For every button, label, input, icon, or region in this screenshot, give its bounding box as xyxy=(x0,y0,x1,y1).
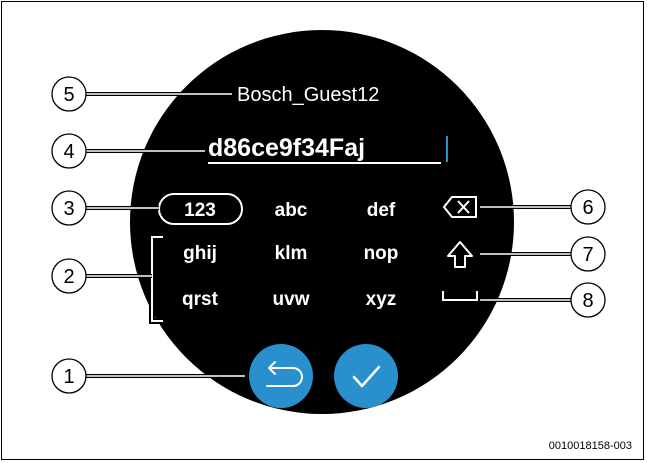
back-button[interactable] xyxy=(249,344,313,408)
network-name: Bosch_Guest12 xyxy=(237,84,379,106)
callout-8-label: 8 xyxy=(582,290,593,312)
key-klm[interactable]: klm xyxy=(275,243,308,264)
key-ghij[interactable]: ghij xyxy=(183,243,217,264)
key-xyz[interactable]: xyz xyxy=(366,289,397,310)
callout-3-label: 3 xyxy=(63,198,74,220)
confirm-button[interactable] xyxy=(334,344,398,408)
callout-2: 2 xyxy=(51,258,87,294)
callout-5: 5 xyxy=(51,76,87,112)
callout-1: 1 xyxy=(51,358,87,394)
callout-8: 8 xyxy=(570,282,606,318)
callout-7: 7 xyxy=(570,236,606,272)
callout-6: 6 xyxy=(570,189,606,225)
password-field[interactable]: d86ce9f34Faj xyxy=(208,134,365,162)
callout-1-label: 1 xyxy=(63,366,74,388)
callout-2-label: 2 xyxy=(63,266,74,288)
key-qrst[interactable]: qrst xyxy=(182,289,219,310)
key-abc[interactable]: abc xyxy=(275,200,308,221)
key-nop[interactable]: nop xyxy=(364,243,399,264)
document-id: 0010018158-003 xyxy=(549,440,632,452)
mode-key-123[interactable]: 123 xyxy=(184,200,216,221)
callout-7-label: 7 xyxy=(582,244,593,266)
callout-5-label: 5 xyxy=(63,84,74,106)
figure-page: Bosch_Guest12 d86ce9f34Faj 123 abc def g… xyxy=(0,0,647,463)
callout-3: 3 xyxy=(51,190,87,226)
callout-4: 4 xyxy=(51,133,87,169)
callout-6-label: 6 xyxy=(582,197,593,219)
keyboard-diagram: Bosch_Guest12 d86ce9f34Faj 123 abc def g… xyxy=(51,30,632,452)
key-uvw[interactable]: uvw xyxy=(273,289,310,310)
key-def[interactable]: def xyxy=(367,200,396,221)
callout-4-label: 4 xyxy=(63,141,74,163)
